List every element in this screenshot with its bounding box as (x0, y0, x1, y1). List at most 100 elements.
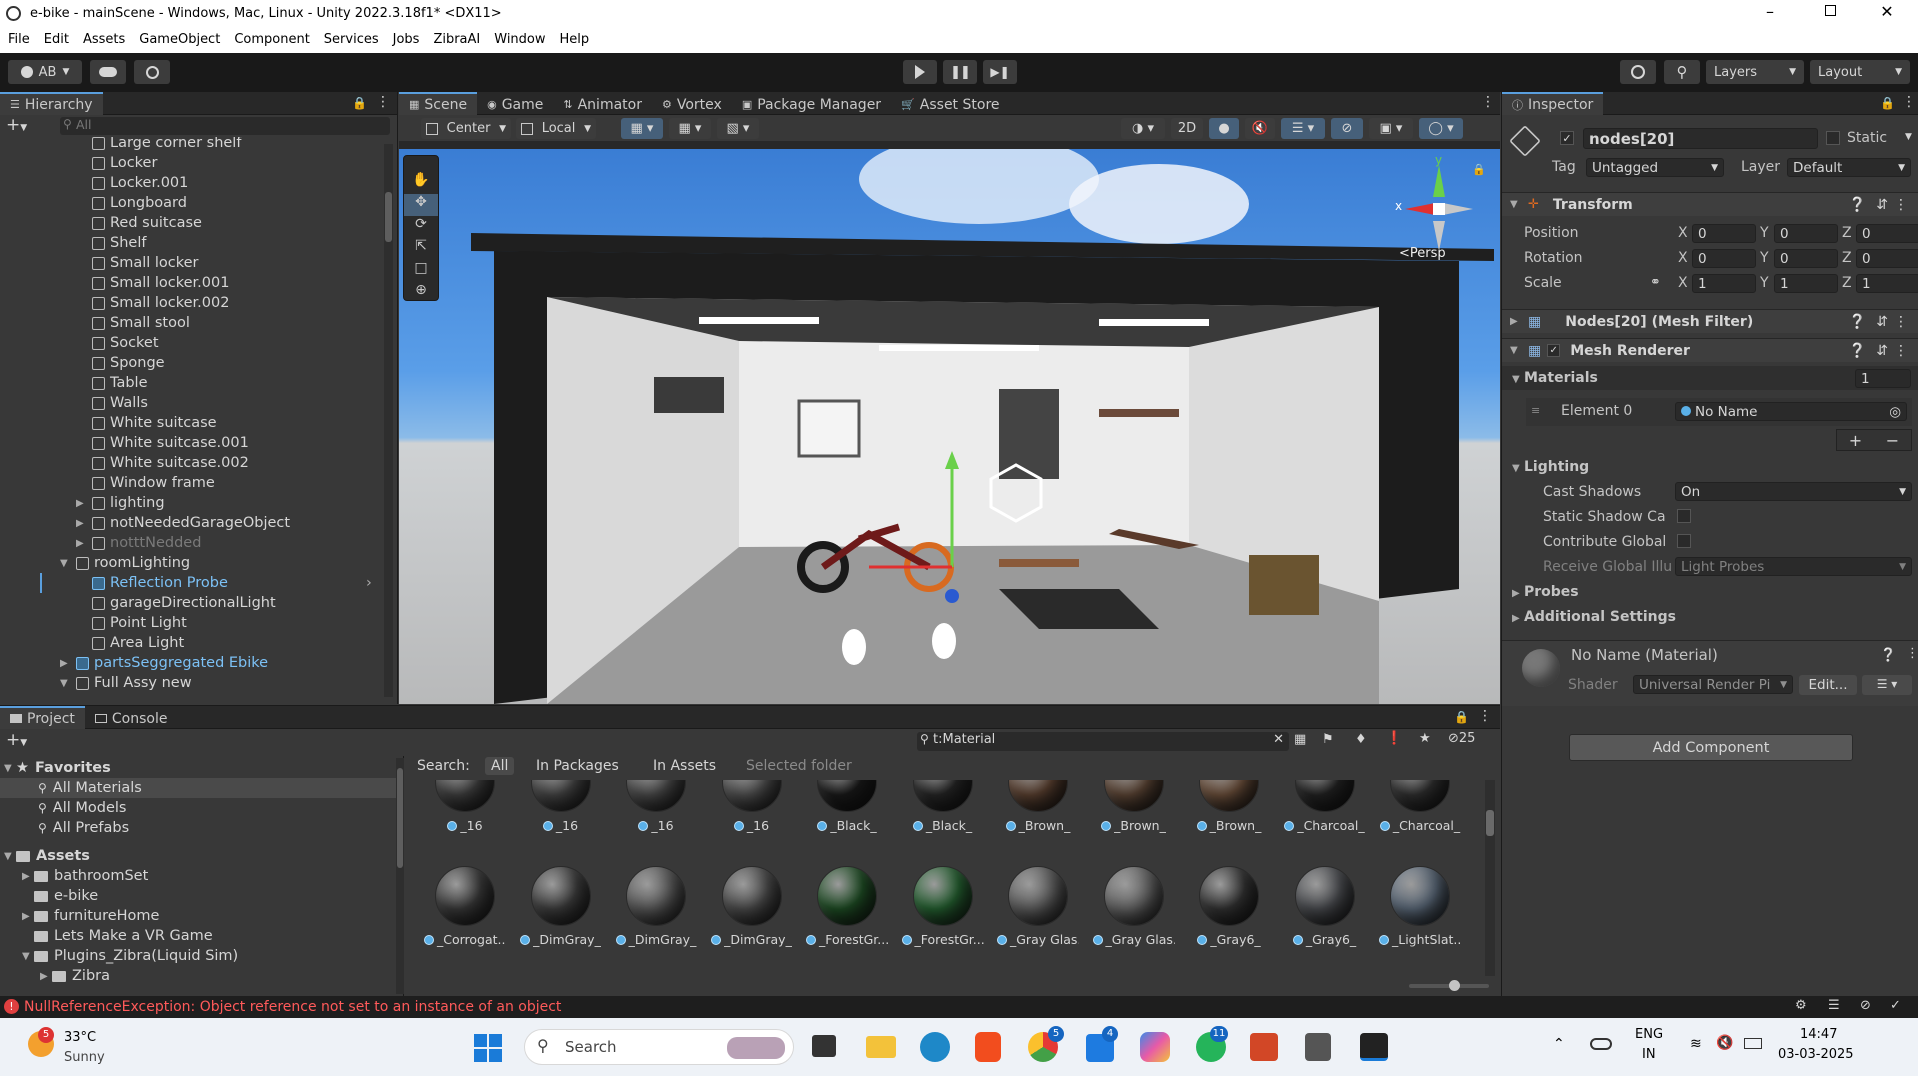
chevron-right-icon[interactable]: › (366, 575, 372, 591)
tab-game[interactable]: ◉ Game (477, 93, 553, 116)
taskbar-search-input[interactable]: ⚲ Search (524, 1029, 794, 1065)
plus-icon[interactable]: + (1849, 431, 1862, 450)
rotate-tool-icon[interactable]: ⟳ (404, 216, 438, 238)
static-dropdown-icon[interactable]: ▼ (1905, 132, 1912, 142)
wifi-icon[interactable]: ≋ (1690, 1036, 1702, 1052)
transform-rotation-z-field[interactable]: 0 (1856, 249, 1918, 268)
hand-tool-icon[interactable]: ✋ (404, 172, 438, 194)
material-thumbnail[interactable]: _16 (520, 780, 602, 833)
clock-date[interactable]: 03-03-2025 (1778, 1047, 1854, 1062)
project-folder[interactable]: ▶ Zibra (40, 966, 110, 986)
layers-status-icon[interactable]: ☰ (1828, 998, 1840, 1013)
project-folder[interactable]: ▼ Plugins_Zibra(Liquid Sim) (22, 946, 238, 966)
add-element-button[interactable]: + − (1836, 429, 1912, 451)
menu-services[interactable]: Services (316, 29, 385, 47)
project-folder[interactable]: ▶ furnitureHome (22, 906, 159, 926)
file-explorer-icon[interactable] (866, 1036, 896, 1058)
thumbnail-size-slider[interactable] (1409, 980, 1489, 991)
scope-in-packages[interactable]: In Packages (536, 758, 619, 774)
mesh-filter-header[interactable]: ▶ ▦ Nodes[20] (Mesh Filter) ❔ ⇵ ⋮ (1502, 309, 1918, 333)
object-picker-icon[interactable]: ◎ (1889, 404, 1901, 420)
maximize-icon[interactable] (1820, 5, 1840, 16)
unity-hub-icon[interactable] (1305, 1033, 1331, 1061)
transform-position-x-field[interactable]: 0 (1692, 224, 1756, 243)
expand-arrow-icon[interactable]: ▶ (22, 911, 34, 922)
search-button[interactable]: ⚲ (1664, 60, 1700, 84)
transform-scale-x-field[interactable]: 1 (1692, 274, 1756, 293)
hierarchy-item[interactable]: Small stool (0, 313, 382, 333)
more-icon[interactable]: ⋮ (1906, 646, 1918, 661)
bug-icon[interactable]: ⚙ (1795, 998, 1807, 1013)
unity-editor-icon[interactable] (1360, 1033, 1388, 1061)
powerpoint-icon[interactable] (1250, 1033, 1278, 1061)
menu-component[interactable]: Component (226, 29, 315, 47)
scope-selected-folder[interactable]: Selected folder (746, 758, 852, 774)
material-thumbnail[interactable]: _Black_ (902, 780, 984, 833)
hierarchy-item[interactable]: White suitcase (0, 413, 382, 433)
more-icon[interactable]: ⋮ (1894, 343, 1908, 359)
mesh-renderer-header[interactable]: ▼ ▦ ✓ Mesh Renderer ❔ ⇵ ⋮ (1502, 338, 1918, 362)
hierarchy-item[interactable]: Area Light (0, 633, 382, 653)
static-checkbox[interactable] (1826, 131, 1840, 145)
hierarchy-item[interactable]: Small locker (0, 253, 382, 273)
visibility-toggle[interactable]: ⊘ (1331, 118, 1363, 139)
object-name-field[interactable]: nodes[20] (1583, 128, 1818, 149)
material-thumbnail[interactable]: _LightSlat... (1379, 866, 1461, 947)
hierarchy-item[interactable]: ▶ notNeededGarageObject (0, 513, 382, 533)
scene-viewport[interactable]: ✋ ✥ ⟳ ⇱ □ ⊕ y x 🔒 <Persp (399, 149, 1500, 704)
hierarchy-item[interactable]: White suitcase.001 (0, 433, 382, 453)
material-thumbnail[interactable]: _DimGray_ (711, 866, 793, 947)
help-icon[interactable]: ❔ (1849, 314, 1866, 330)
menu-edit[interactable]: Edit (36, 29, 75, 47)
expand-arrow-icon[interactable]: ▶ (76, 518, 88, 529)
cast-shadows-dropdown[interactable]: On ▼ (1675, 482, 1912, 501)
hierarchy-item[interactable]: ▼ Full Assy new (0, 673, 382, 693)
orientation-gizmo[interactable]: y x (1395, 153, 1479, 251)
hierarchy-search-input[interactable]: ⚲ All (60, 117, 390, 135)
space-dropdown[interactable]: Local ▼ (516, 118, 596, 139)
scale-tool-icon[interactable]: ⇱ (404, 238, 438, 260)
hierarchy-item[interactable]: garageDirectionalLight (0, 593, 382, 613)
windows-start-icon[interactable] (474, 1034, 502, 1062)
transform-tool-icon[interactable]: ⊕ (404, 282, 438, 304)
tab-hierarchy[interactable]: ☰ Hierarchy (0, 92, 103, 115)
receive-gi-dropdown[interactable]: Light Probes ▼ (1675, 557, 1912, 576)
collapse-arrow-icon[interactable]: ▼ (60, 558, 72, 569)
create-button[interactable]: +▼ (6, 115, 27, 135)
contribute-global-checkbox[interactable] (1677, 534, 1691, 548)
transform-rotation-x-field[interactable]: 0 (1692, 249, 1756, 268)
tab-project[interactable]: Project (0, 706, 85, 729)
play-button[interactable] (903, 60, 937, 84)
material-thumbnail[interactable]: _Corrogat... (424, 866, 506, 947)
hierarchy-item[interactable]: Sponge (0, 353, 382, 373)
expand-arrow-icon[interactable]: ▶ (76, 498, 88, 509)
lighting-toggle[interactable]: ● (1209, 118, 1239, 139)
drag-handle-icon[interactable]: ≡ (1531, 404, 1540, 417)
shader-options-button[interactable]: ☰ ▾ (1862, 675, 1912, 695)
status-bar[interactable]: ! NullReferenceException: Object referen… (0, 996, 1918, 1018)
more-icon[interactable]: ⋮ (1894, 197, 1908, 213)
lighting-label[interactable]: ▼ Lighting (1512, 459, 1589, 475)
onedrive-icon[interactable] (1590, 1038, 1612, 1050)
lock-icon[interactable]: 🔒 (1880, 96, 1895, 110)
lock-icon[interactable]: 🔒 (1472, 163, 1486, 176)
minus-icon[interactable]: − (1886, 431, 1899, 450)
gizmos-dropdown[interactable]: ◯ ▾ (1419, 118, 1463, 139)
preset-icon[interactable]: ⇵ (1876, 314, 1888, 330)
material-thumbnail[interactable]: _16 (424, 780, 506, 833)
favorites-header[interactable]: ▼ ★ Favorites (4, 758, 111, 778)
hierarchy-item[interactable]: Window frame (0, 473, 382, 493)
menu-zibraai[interactable]: ZibraAI (425, 29, 486, 47)
hierarchy-item[interactable]: Longboard (0, 193, 382, 213)
static-shadow-checkbox[interactable] (1677, 509, 1691, 523)
more-icon[interactable]: ⋮ (376, 94, 390, 110)
history-button[interactable] (1620, 60, 1656, 84)
check-icon[interactable]: ✓ (1890, 998, 1901, 1013)
move-tool-icon[interactable]: ✥ (404, 194, 438, 216)
material-thumbnail[interactable]: _16 (711, 780, 793, 833)
material-thumbnail[interactable]: _Gray Glas... (997, 866, 1079, 947)
layout-dropdown[interactable]: Layout ▼ (1810, 60, 1910, 84)
transform-position-z-field[interactable]: 0 (1856, 224, 1918, 243)
material-thumbnail[interactable]: _Gray Glas... (1092, 866, 1175, 947)
scope-in-assets[interactable]: In Assets (653, 758, 716, 774)
